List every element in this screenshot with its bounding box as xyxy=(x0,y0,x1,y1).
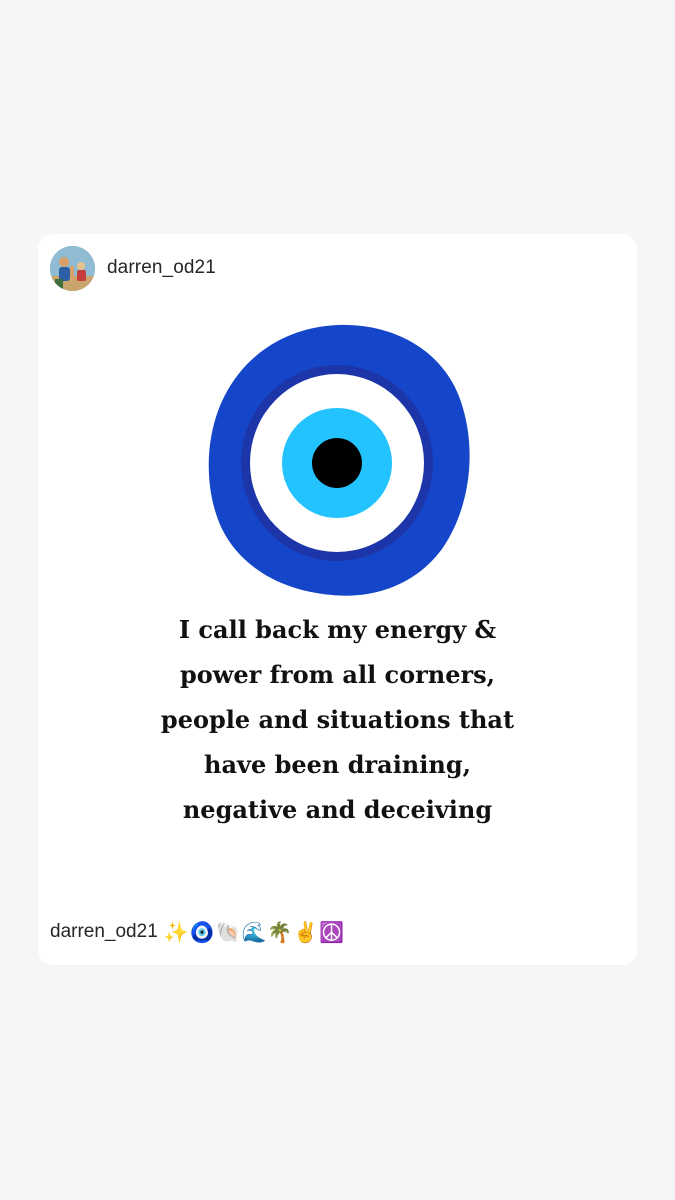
eye-pupil xyxy=(312,438,362,488)
avatar[interactable] xyxy=(50,245,95,291)
post-caption: darren_od21 ✨🧿🐚🌊🌴✌️☮️ xyxy=(50,918,345,946)
avatar-photo-icon xyxy=(50,245,95,291)
post-card: darren_od21 I call back my energy & powe… xyxy=(38,234,637,965)
post-username[interactable]: darren_od21 xyxy=(107,257,216,279)
caption-emojis: ✨🧿🐚🌊🌴✌️☮️ xyxy=(163,921,346,944)
evil-eye-graphic xyxy=(208,324,470,596)
quote-text: I call back my energy & power from all c… xyxy=(160,615,515,824)
caption-username[interactable]: darren_od21 xyxy=(50,921,158,943)
post-header: darren_od21 xyxy=(50,245,216,291)
